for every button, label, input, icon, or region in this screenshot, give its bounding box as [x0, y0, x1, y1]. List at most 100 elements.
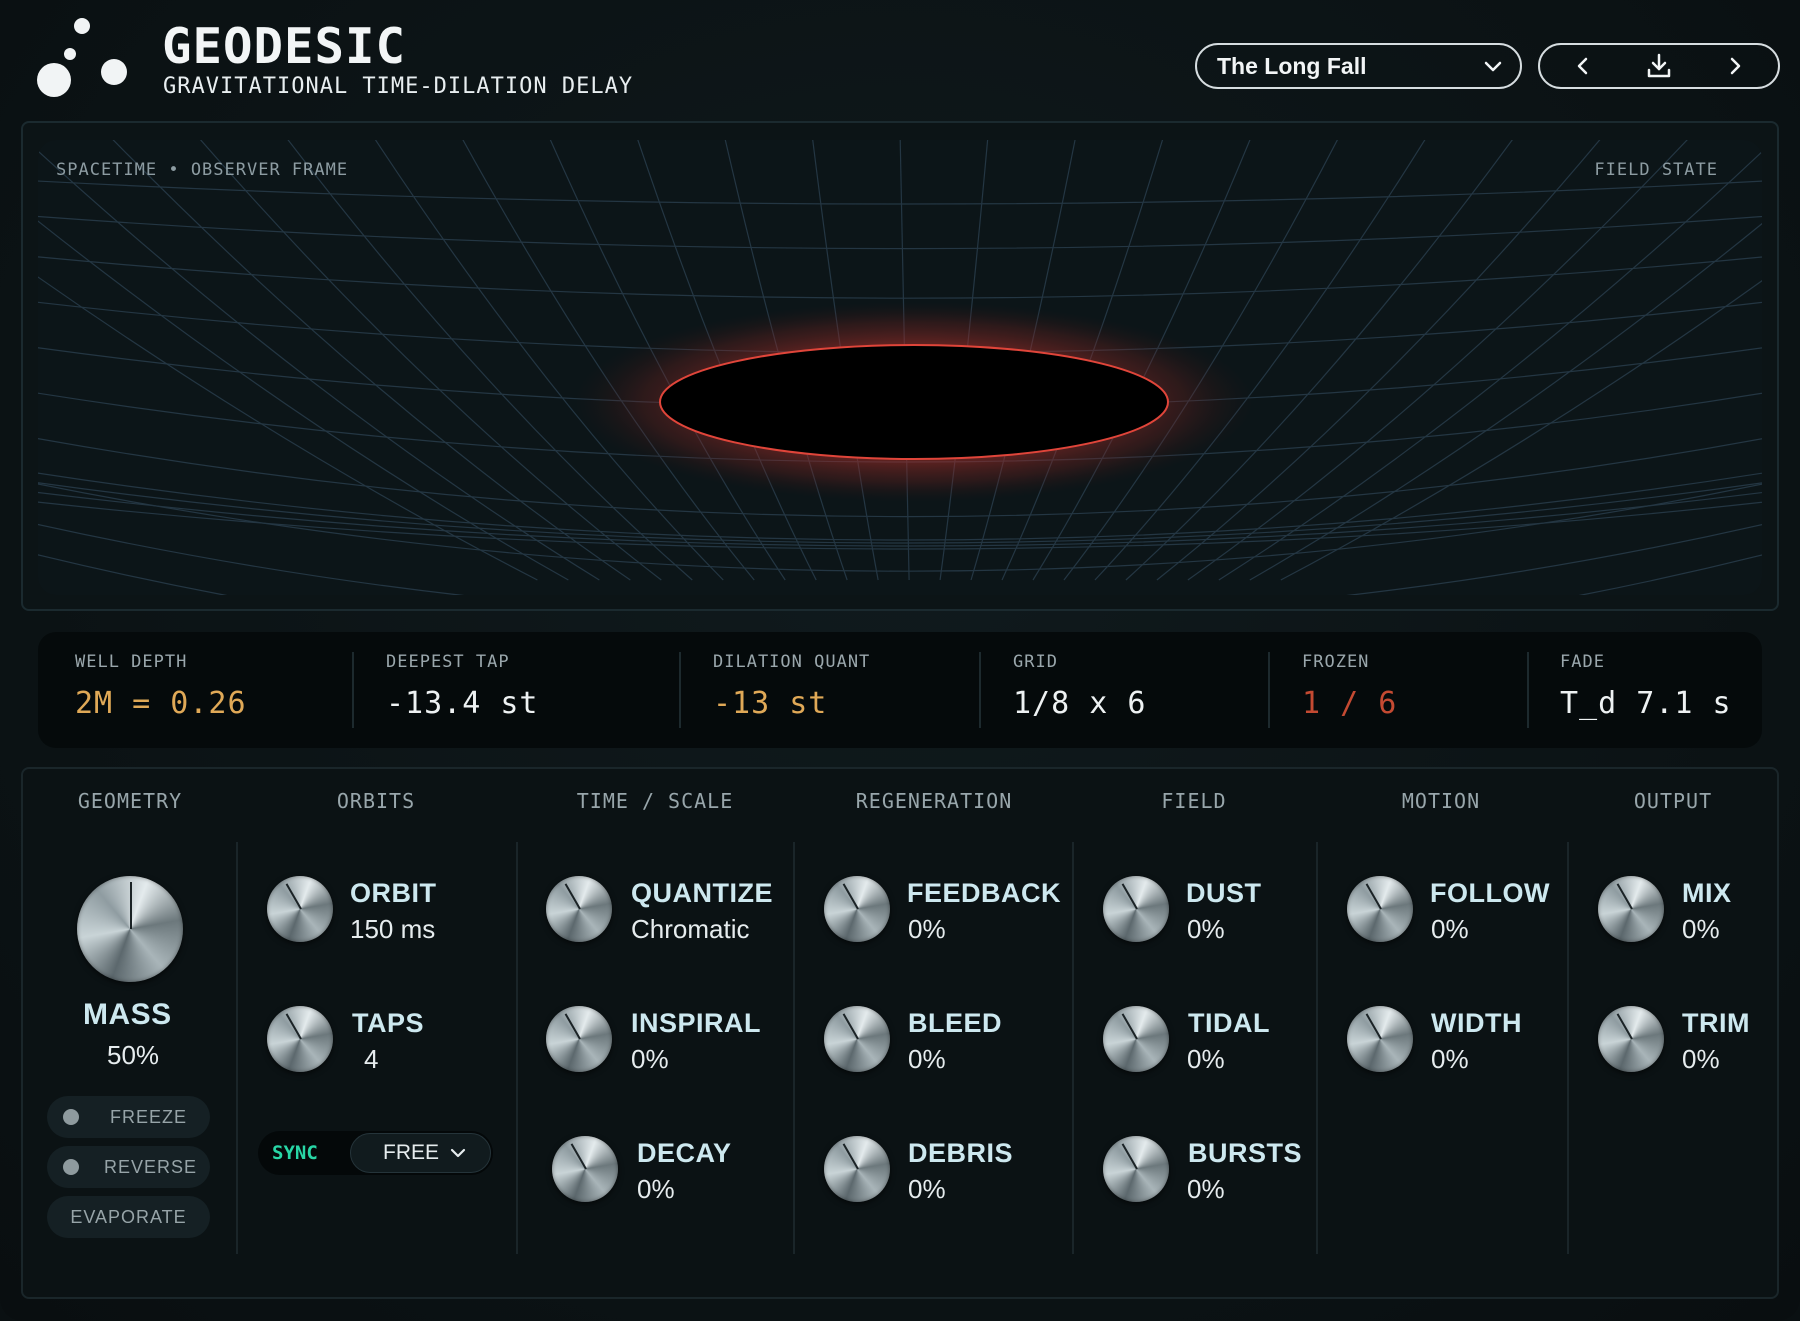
orbit-knob[interactable] — [267, 876, 333, 942]
tidal-value: 0% — [1187, 1044, 1225, 1074]
app-title: GEODESIC — [162, 18, 407, 75]
sync-control: SYNC FREE — [258, 1131, 493, 1175]
freeze-label: FREEZE — [110, 1106, 188, 1127]
follow-knob[interactable] — [1347, 876, 1413, 942]
inspiral-label: INSPIRAL — [631, 1008, 762, 1038]
column-divider — [1567, 842, 1569, 1254]
stat-divider — [979, 652, 981, 728]
quantize-value: Chromatic — [631, 914, 750, 944]
width-value: 0% — [1431, 1044, 1469, 1074]
section-title-output: OUTPUT — [1633, 789, 1713, 813]
feedback-knob[interactable] — [824, 876, 890, 942]
preset-dropdown[interactable]: The Long Fall — [1195, 43, 1522, 89]
taps-value: 4 — [364, 1044, 379, 1074]
stat-label: DILATION QUANT — [713, 652, 871, 672]
decay-knob[interactable] — [552, 1136, 618, 1202]
sync-label[interactable]: SYNC — [272, 1142, 352, 1164]
column-divider — [516, 842, 518, 1254]
column-divider — [1072, 842, 1074, 1254]
orbit-label: ORBIT — [350, 878, 437, 908]
bursts-value: 0% — [1187, 1174, 1225, 1204]
freeze-button[interactable]: FREEZE — [47, 1096, 210, 1138]
dust-knob[interactable] — [1103, 876, 1169, 942]
column-divider — [236, 842, 238, 1254]
section-title-time-scale: TIME / SCALE — [576, 789, 734, 813]
mass-value: 50% — [107, 1040, 160, 1070]
mass-knob[interactable] — [77, 876, 183, 982]
taps-label: TAPS — [352, 1008, 425, 1038]
debris-knob[interactable] — [824, 1136, 890, 1202]
dust-value: 0% — [1187, 914, 1225, 944]
bursts-knob[interactable] — [1103, 1136, 1169, 1202]
stat-value: -13 st — [713, 686, 828, 721]
bleed-label: BLEED — [908, 1008, 1003, 1038]
app-subtitle: GRAVITATIONAL TIME-DILATION DELAY — [163, 74, 634, 99]
mix-label: MIX — [1682, 878, 1732, 908]
stat-label: FADE — [1560, 652, 1605, 672]
freeze-indicator — [63, 1109, 79, 1125]
three-dots-logo — [37, 18, 127, 97]
inspiral-knob[interactable] — [546, 1006, 612, 1072]
stat-value: 2M = 0.26 — [75, 686, 247, 721]
stat-divider — [352, 652, 354, 728]
follow-value: 0% — [1431, 914, 1469, 944]
chevron-left-icon — [1577, 57, 1588, 75]
feedback-label: FEEDBACK — [907, 878, 1062, 908]
chevron-right-icon — [1730, 57, 1741, 75]
mix-value: 0% — [1682, 914, 1720, 944]
width-label: WIDTH — [1431, 1008, 1522, 1038]
sync-mode-dropdown[interactable]: FREE — [350, 1133, 491, 1173]
decay-label: DECAY — [637, 1138, 732, 1168]
save-preset-button[interactable] — [1644, 51, 1674, 81]
mix-knob[interactable] — [1598, 876, 1664, 942]
observer-frame-label: SPACETIME • OBSERVER FRAME — [56, 160, 349, 180]
preset-nav — [1538, 43, 1780, 89]
section-title-orbits: ORBITS — [336, 789, 416, 813]
tidal-knob[interactable] — [1103, 1006, 1169, 1072]
section-title-motion: MOTION — [1401, 789, 1481, 813]
reverse-button[interactable]: REVERSE — [47, 1146, 210, 1188]
bleed-knob[interactable] — [824, 1006, 890, 1072]
next-preset-button[interactable] — [1720, 51, 1750, 81]
stat-label: GRID — [1013, 652, 1058, 672]
trim-knob[interactable] — [1598, 1006, 1664, 1072]
mass-label: MASS — [83, 998, 172, 1031]
tidal-label: TIDAL — [1188, 1008, 1270, 1038]
spacetime-visualizer[interactable]: SPACETIME • OBSERVER FRAME FIELD STATE — [38, 140, 1762, 595]
chevron-down-icon — [450, 1148, 466, 1158]
evaporate-button[interactable]: EVAPORATE — [47, 1196, 210, 1238]
stat-divider — [679, 652, 681, 728]
plugin-window: GEODESIC GRAVITATIONAL TIME-DILATION DEL… — [0, 0, 1800, 1321]
spacetime-grid — [38, 140, 1762, 595]
stat-value: T_d 7.1 s — [1560, 686, 1732, 721]
quantize-label: QUANTIZE — [631, 878, 773, 908]
orbit-value: 150 ms — [350, 914, 436, 944]
section-title-regeneration: REGENERATION — [855, 789, 1013, 813]
stat-value: 1 / 6 — [1302, 686, 1398, 721]
column-divider — [793, 842, 795, 1254]
stat-label: DEEPEST TAP — [386, 652, 510, 672]
inspiral-value: 0% — [631, 1044, 669, 1074]
status-bar: WELL DEPTH 2M = 0.26 DEEPEST TAP -13.4 s… — [38, 632, 1762, 748]
follow-label: FOLLOW — [1430, 878, 1550, 908]
chevron-down-icon — [1484, 61, 1502, 72]
bleed-value: 0% — [908, 1044, 946, 1074]
stat-divider — [1268, 652, 1270, 728]
debris-value: 0% — [908, 1174, 946, 1204]
taps-knob[interactable] — [267, 1006, 333, 1072]
feedback-value: 0% — [908, 914, 946, 944]
reverse-label: REVERSE — [104, 1156, 198, 1177]
width-knob[interactable] — [1347, 1006, 1413, 1072]
debris-label: DEBRIS — [908, 1138, 1014, 1168]
evaporate-label: EVAPORATE — [70, 1206, 187, 1227]
download-icon — [1647, 53, 1671, 78]
prev-preset-button[interactable] — [1568, 51, 1598, 81]
bursts-label: BURSTS — [1188, 1138, 1303, 1168]
dust-label: DUST — [1186, 878, 1262, 908]
stat-label: WELL DEPTH — [75, 652, 188, 672]
trim-label: TRIM — [1682, 1008, 1750, 1038]
preset-name: The Long Fall — [1217, 52, 1367, 79]
quantize-knob[interactable] — [546, 876, 612, 942]
decay-value: 0% — [637, 1174, 675, 1204]
stat-value: 1/8 x 6 — [1013, 686, 1147, 721]
